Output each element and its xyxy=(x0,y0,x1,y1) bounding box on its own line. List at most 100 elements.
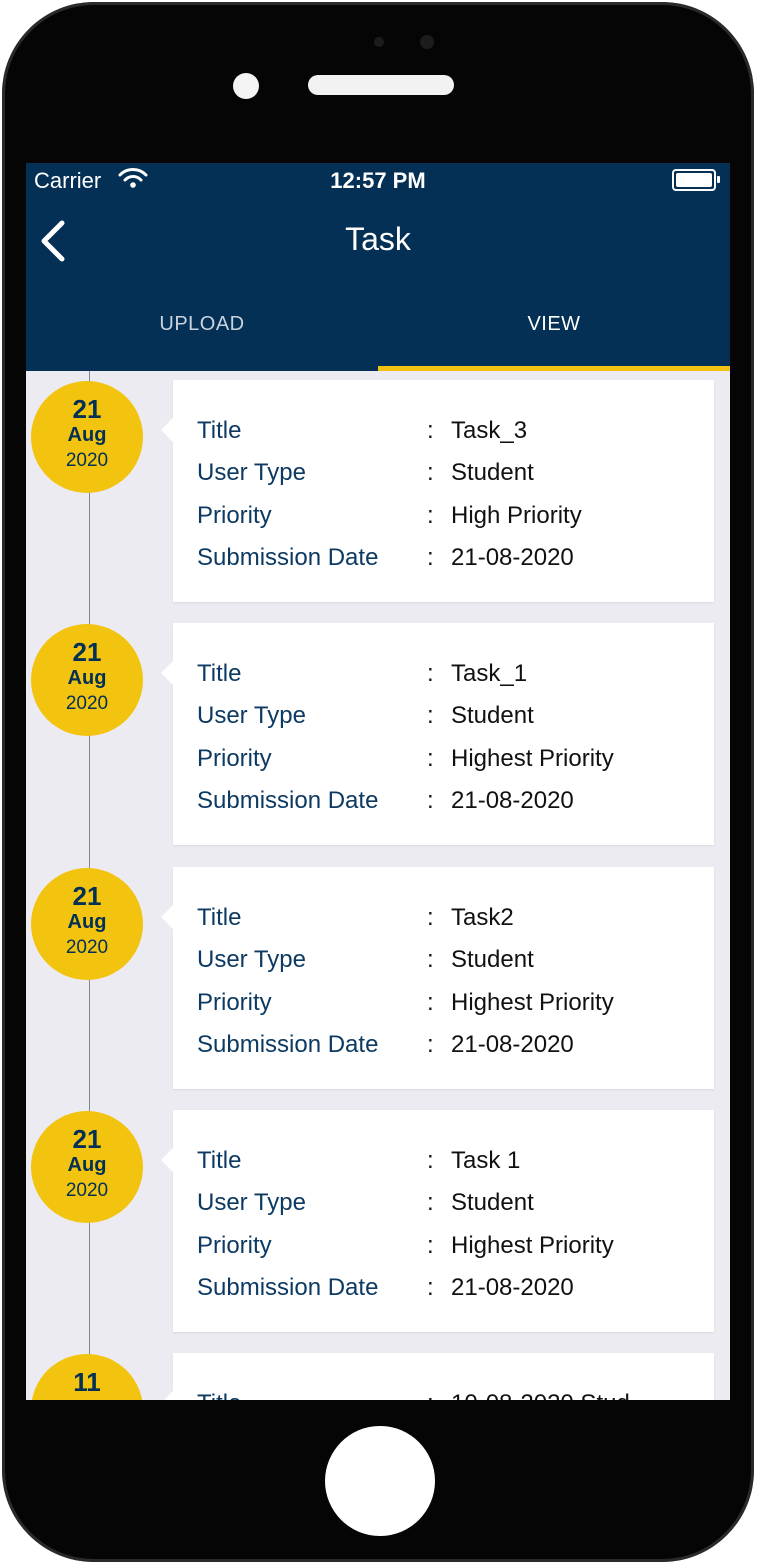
priority-value: Highest Priority xyxy=(451,989,614,1016)
user-type-label: User Type xyxy=(197,1189,306,1216)
user-type-value: Student xyxy=(451,946,534,973)
earpiece-speaker xyxy=(308,75,454,95)
date-month: Aug xyxy=(67,424,107,446)
priority-label: Priority xyxy=(197,745,272,772)
title-row: Title: Task_1 xyxy=(197,654,697,694)
title-label: Title xyxy=(197,660,242,687)
task-card[interactable]: Title: Task2 User Type: Student Priority: H… xyxy=(161,867,714,1089)
priority-value: High Priority xyxy=(451,502,582,529)
date-badge: 21 Aug 2020 xyxy=(31,868,143,980)
title-label: Title xyxy=(197,417,242,444)
submission-date-label: Submission Date xyxy=(197,544,379,571)
date-year: 2020 xyxy=(65,693,109,714)
submission-date-label: Submission Date xyxy=(197,1274,379,1301)
priority-row: Priority: High Priority xyxy=(197,496,697,536)
separator: : xyxy=(427,1189,434,1216)
title-row: Title: 10-08-2020 Stud xyxy=(197,1384,697,1400)
separator: : xyxy=(427,1274,434,1301)
submission-date-value: 21-08-2020 xyxy=(451,787,574,814)
date-month: Aug xyxy=(67,1154,107,1176)
submission-date-value: 21-08-2020 xyxy=(451,544,574,571)
separator: : xyxy=(427,1384,434,1400)
submission-date-label: Submission Date xyxy=(197,787,379,814)
task-card[interactable]: Title: Task 1 User Type: Student Priority:… xyxy=(161,1110,714,1332)
title-label: Title xyxy=(197,1147,242,1174)
front-sensor xyxy=(420,35,434,49)
user-type-label: User Type xyxy=(197,946,306,973)
app-screen: Carrier 12:57 PM Task UPLOAD VIEW 21 Aug… xyxy=(26,163,730,1400)
priority-label: Priority xyxy=(197,502,272,529)
submission-date-value: 21-08-2020 xyxy=(451,1031,574,1058)
priority-label: Priority xyxy=(197,1232,272,1259)
separator: : xyxy=(427,1147,434,1174)
user-type-row: User Type: Student xyxy=(197,940,697,980)
separator: : xyxy=(427,417,434,444)
date-month: Aug xyxy=(67,667,107,689)
submission-date-row: Submission Date:21-08-2020 xyxy=(197,1025,697,1065)
separator: : xyxy=(427,745,434,772)
task-card[interactable]: Title: Task_3 User Type: Student Priority:… xyxy=(161,380,714,602)
title-value: Task_1 xyxy=(451,660,528,687)
title-value: Task 1 xyxy=(451,1147,521,1174)
title-value: 10-08-2020 Stud xyxy=(451,1384,630,1400)
status-time: 12:57 PM xyxy=(330,168,426,193)
task-item[interactable]: 21 Aug 2020 Title: Task 1 User Type: Stude… xyxy=(26,1102,730,1332)
proximity-sensor xyxy=(374,37,384,47)
submission-date-label: Submission Date xyxy=(197,1031,379,1058)
task-card[interactable]: Title: 10-08-2020 Stud xyxy=(161,1353,714,1400)
task-item[interactable]: 21 Aug 2020 Title: Task_3 User Type: Stude… xyxy=(26,372,730,602)
separator: : xyxy=(427,904,434,931)
priority-value: Highest Priority xyxy=(451,1232,614,1259)
priority-row: Priority: Highest Priority xyxy=(197,1226,697,1266)
title-row: Title: Task 1 xyxy=(197,1141,697,1181)
task-item[interactable]: 21 Aug 2020 Title: Task2 User Type: Studen… xyxy=(26,859,730,1089)
separator: : xyxy=(427,1031,434,1058)
user-type-value: Student xyxy=(451,459,534,486)
user-type-label: User Type xyxy=(197,702,306,729)
task-item[interactable]: 11 Title: 10-08-2020 Stud xyxy=(26,1345,730,1400)
separator: : xyxy=(427,502,434,529)
submission-date-row: Submission Date:21-08-2020 xyxy=(197,781,697,821)
priority-row: Priority: Highest Priority xyxy=(197,739,697,779)
title-row: Title: Task_3 xyxy=(197,411,697,451)
title-label: Title xyxy=(197,1384,241,1400)
title-row: Title: Task2 xyxy=(197,898,697,938)
tab-view[interactable]: VIEW xyxy=(378,313,730,336)
submission-date-row: Submission Date:21-08-2020 xyxy=(197,1268,697,1308)
date-month: Aug xyxy=(67,911,107,933)
priority-label: Priority xyxy=(197,989,272,1016)
separator: : xyxy=(427,459,434,486)
date-day: 21 xyxy=(72,1124,102,1154)
home-button[interactable] xyxy=(325,1426,435,1536)
user-type-row: User Type: Student xyxy=(197,696,697,736)
date-badge: 21 Aug 2020 xyxy=(31,1111,143,1223)
task-card[interactable]: Title: Task_1 User Type: Student Priority:… xyxy=(161,623,714,845)
date-day: 21 xyxy=(72,637,102,667)
priority-row: Priority: Highest Priority xyxy=(197,983,697,1023)
page-title: Task xyxy=(345,221,411,257)
date-day: 11 xyxy=(73,1367,101,1397)
date-badge: 21 Aug 2020 xyxy=(31,381,143,493)
separator: : xyxy=(427,702,434,729)
date-day: 21 xyxy=(72,394,102,424)
separator: : xyxy=(427,989,434,1016)
priority-value: Highest Priority xyxy=(451,745,614,772)
separator: : xyxy=(427,544,434,571)
date-year: 2020 xyxy=(65,1180,109,1201)
battery-icon xyxy=(672,169,720,191)
user-type-value: Student xyxy=(451,1189,534,1216)
title-label: Title xyxy=(197,904,242,931)
user-type-value: Student xyxy=(451,702,534,729)
separator: : xyxy=(427,660,434,687)
date-year: 2020 xyxy=(65,937,109,958)
tab-selected-indicator xyxy=(378,366,730,371)
separator: : xyxy=(427,787,434,814)
separator: : xyxy=(427,1232,434,1259)
submission-date-row: Submission Date:21-08-2020 xyxy=(197,538,697,578)
tab-upload[interactable]: UPLOAD xyxy=(26,313,378,336)
user-type-row: User Type: Student xyxy=(197,453,697,493)
front-camera xyxy=(233,73,259,99)
title-value: Task2 xyxy=(451,904,514,931)
date-year: 2020 xyxy=(65,450,109,471)
task-item[interactable]: 21 Aug 2020 Title: Task_1 User Type: Stude… xyxy=(26,615,730,845)
